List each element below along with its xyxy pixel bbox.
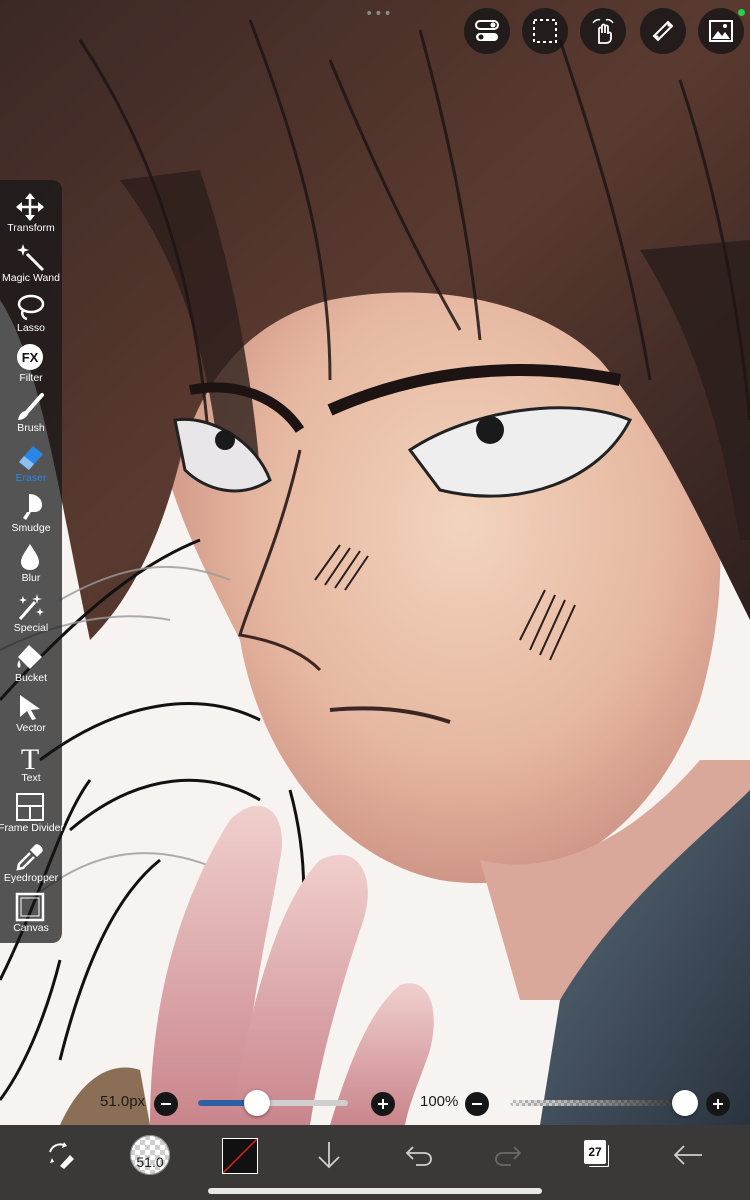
plus-icon — [378, 1099, 388, 1109]
opacity-slider[interactable] — [510, 1100, 685, 1106]
active-indicator-dot — [738, 9, 745, 16]
tool-label: Vector — [16, 722, 46, 734]
drawing-canvas[interactable] — [0, 0, 750, 1200]
toggle-button[interactable] — [464, 8, 510, 54]
hand-gesture-icon — [592, 18, 614, 44]
canvas-icon — [15, 892, 45, 922]
frame-divider-icon — [16, 793, 44, 821]
tool-eraser[interactable]: Eraser — [0, 438, 62, 488]
undo-icon — [405, 1146, 432, 1166]
tool-brush[interactable]: Brush — [0, 388, 62, 438]
opacity-minus-button[interactable] — [465, 1092, 489, 1116]
eraser-icon — [19, 446, 43, 470]
tool-smudge[interactable]: Smudge — [0, 488, 62, 538]
tool-panel: Transform Magic Wand Lasso FX Filter Bru… — [0, 180, 64, 943]
tool-label: Transform — [7, 222, 55, 234]
brush-preview-button[interactable]: 51.0 — [130, 1135, 170, 1175]
back-button[interactable] — [671, 1135, 705, 1175]
gallery-button[interactable] — [698, 8, 744, 54]
artwork — [0, 0, 750, 1200]
eyedropper-icon — [16, 844, 43, 871]
swap-tool-icon — [49, 1142, 74, 1169]
tool-label: Magic Wand — [2, 272, 60, 284]
tool-lasso[interactable]: Lasso — [0, 288, 62, 338]
tool-bucket[interactable]: Bucket — [0, 638, 62, 688]
brush-size-value: 51.0px — [100, 1093, 146, 1110]
special-sparkle-icon — [18, 594, 44, 620]
tool-label: Bucket — [14, 672, 48, 684]
tool-label: Smudge — [11, 522, 51, 534]
tool-label: Filter — [19, 372, 43, 384]
transform-icon — [16, 193, 44, 221]
text-icon: T — [21, 743, 39, 772]
svg-text:T: T — [21, 743, 39, 772]
plus-icon — [713, 1099, 723, 1109]
tool-label: Text — [21, 772, 41, 784]
smudge-icon — [23, 494, 42, 520]
tool-label: Eyedropper — [3, 872, 59, 884]
tool-magic-wand[interactable]: Magic Wand — [0, 238, 62, 288]
arrow-left-icon — [673, 1145, 702, 1165]
brush-size-minus-button[interactable] — [154, 1092, 178, 1116]
download-button[interactable] — [314, 1135, 344, 1175]
brush-size-slider-knob[interactable] — [243, 1090, 270, 1116]
ruler-icon — [652, 20, 674, 42]
blur-drop-icon — [21, 544, 39, 570]
redo-button[interactable] — [492, 1135, 524, 1175]
tool-eyedropper[interactable]: Eyedropper — [0, 838, 62, 888]
tool-label: Brush — [17, 422, 45, 434]
tool-label: Lasso — [16, 322, 46, 334]
color-swatch-button[interactable] — [222, 1138, 258, 1174]
filter-fx-icon: FX — [17, 344, 43, 370]
tool-vector[interactable]: Vector — [0, 688, 62, 738]
toggle-icon — [475, 20, 499, 41]
undo-button[interactable] — [403, 1135, 435, 1175]
magic-wand-icon — [17, 244, 45, 272]
opacity-plus-button[interactable] — [706, 1092, 730, 1116]
tool-label: Special — [13, 622, 49, 634]
arrow-down-icon — [318, 1142, 340, 1169]
tool-text[interactable]: T Text — [0, 738, 62, 788]
tool-special[interactable]: Special — [0, 588, 62, 638]
tool-label: Blur — [21, 572, 41, 584]
opacity-slider-fill — [510, 1100, 685, 1106]
minus-icon — [161, 1103, 171, 1105]
selection-icon — [533, 19, 557, 43]
hand-gesture-button[interactable] — [580, 8, 626, 54]
tool-label: Eraser — [15, 472, 47, 484]
brush-size-plus-button[interactable] — [371, 1092, 395, 1116]
tool-filter[interactable]: FX Filter — [0, 338, 62, 388]
lasso-icon — [17, 294, 45, 321]
tool-transform[interactable]: Transform — [0, 188, 62, 238]
brush-icon — [18, 393, 44, 420]
tool-blur[interactable]: Blur — [0, 538, 62, 588]
gallery-icon — [709, 20, 733, 42]
more-options-handle[interactable]: ••• — [365, 6, 393, 22]
swap-tool-button[interactable] — [44, 1135, 78, 1175]
layers-button[interactable]: 27 — [584, 1140, 606, 1164]
home-indicator — [208, 1188, 542, 1194]
redo-icon — [495, 1146, 522, 1166]
brush-size-slider[interactable] — [198, 1100, 348, 1106]
tool-label: Frame Divider — [0, 822, 64, 834]
tool-label: Canvas — [13, 922, 49, 934]
opacity-value: 100% — [420, 1093, 459, 1110]
opacity-slider-knob[interactable] — [672, 1090, 698, 1116]
tool-frame-divider[interactable]: Frame Divider — [0, 788, 64, 838]
vector-arrow-icon — [20, 695, 40, 720]
svg-text:FX: FX — [22, 350, 39, 365]
minus-icon — [472, 1103, 482, 1105]
no-color-slash-icon — [223, 1139, 257, 1173]
tool-canvas[interactable]: Canvas — [0, 888, 62, 938]
ruler-button[interactable] — [640, 8, 686, 54]
layers-count: 27 — [588, 1145, 602, 1159]
selection-button[interactable] — [522, 8, 568, 54]
bucket-icon — [17, 645, 42, 669]
brush-preview-size: 51.0 — [136, 1154, 164, 1170]
